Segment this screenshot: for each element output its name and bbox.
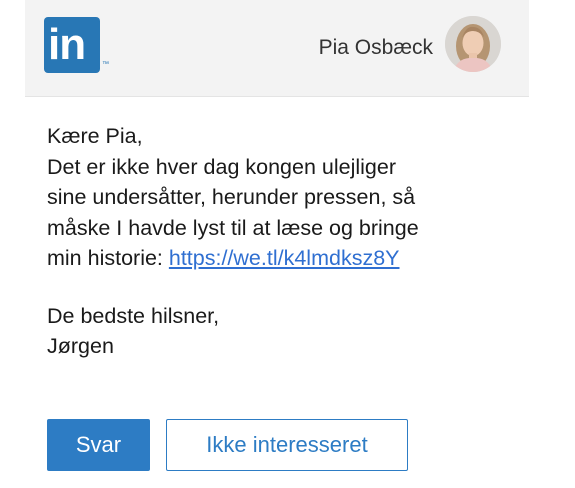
message-closing: De bedste hilsner,	[47, 303, 220, 328]
header-bar: in ™ Pia Osbæck	[25, 0, 529, 97]
message-greeting: Kære Pia,	[47, 124, 143, 148]
message-signature: Jørgen	[47, 334, 114, 358]
message-line: måske I havde lyst til at læse og bringe	[47, 215, 419, 240]
not-interested-button[interactable]: Ikke interesseret	[166, 419, 408, 471]
message-line: Det er ikke hver dag kongen ulejliger	[47, 154, 396, 179]
avatar[interactable]	[445, 16, 501, 72]
message-body: Kære Pia, Det er ikke hver dag kongen ul…	[47, 121, 537, 362]
logo-text: in	[48, 20, 86, 69]
wetransfer-link[interactable]: https://we.tl/k4lmdksz8Y	[169, 246, 400, 270]
logo-trademark: ™	[102, 61, 109, 68]
message-line: sine undersåtter, herunder pressen, så	[47, 185, 416, 209]
message-line-with-link: min historie: https://we.tl/k4lmdksz8Y	[47, 243, 537, 274]
message-page: in ™ Pia Osbæck Kære Pia, Det er ikke hv…	[0, 0, 575, 488]
user-name: Pia Osbæck	[318, 36, 433, 59]
reply-button[interactable]: Svar	[47, 419, 150, 471]
linkedin-logo[interactable]: in	[44, 17, 100, 73]
avatar-portrait-icon	[445, 16, 501, 72]
message-line-prefix: min historie:	[47, 246, 169, 270]
